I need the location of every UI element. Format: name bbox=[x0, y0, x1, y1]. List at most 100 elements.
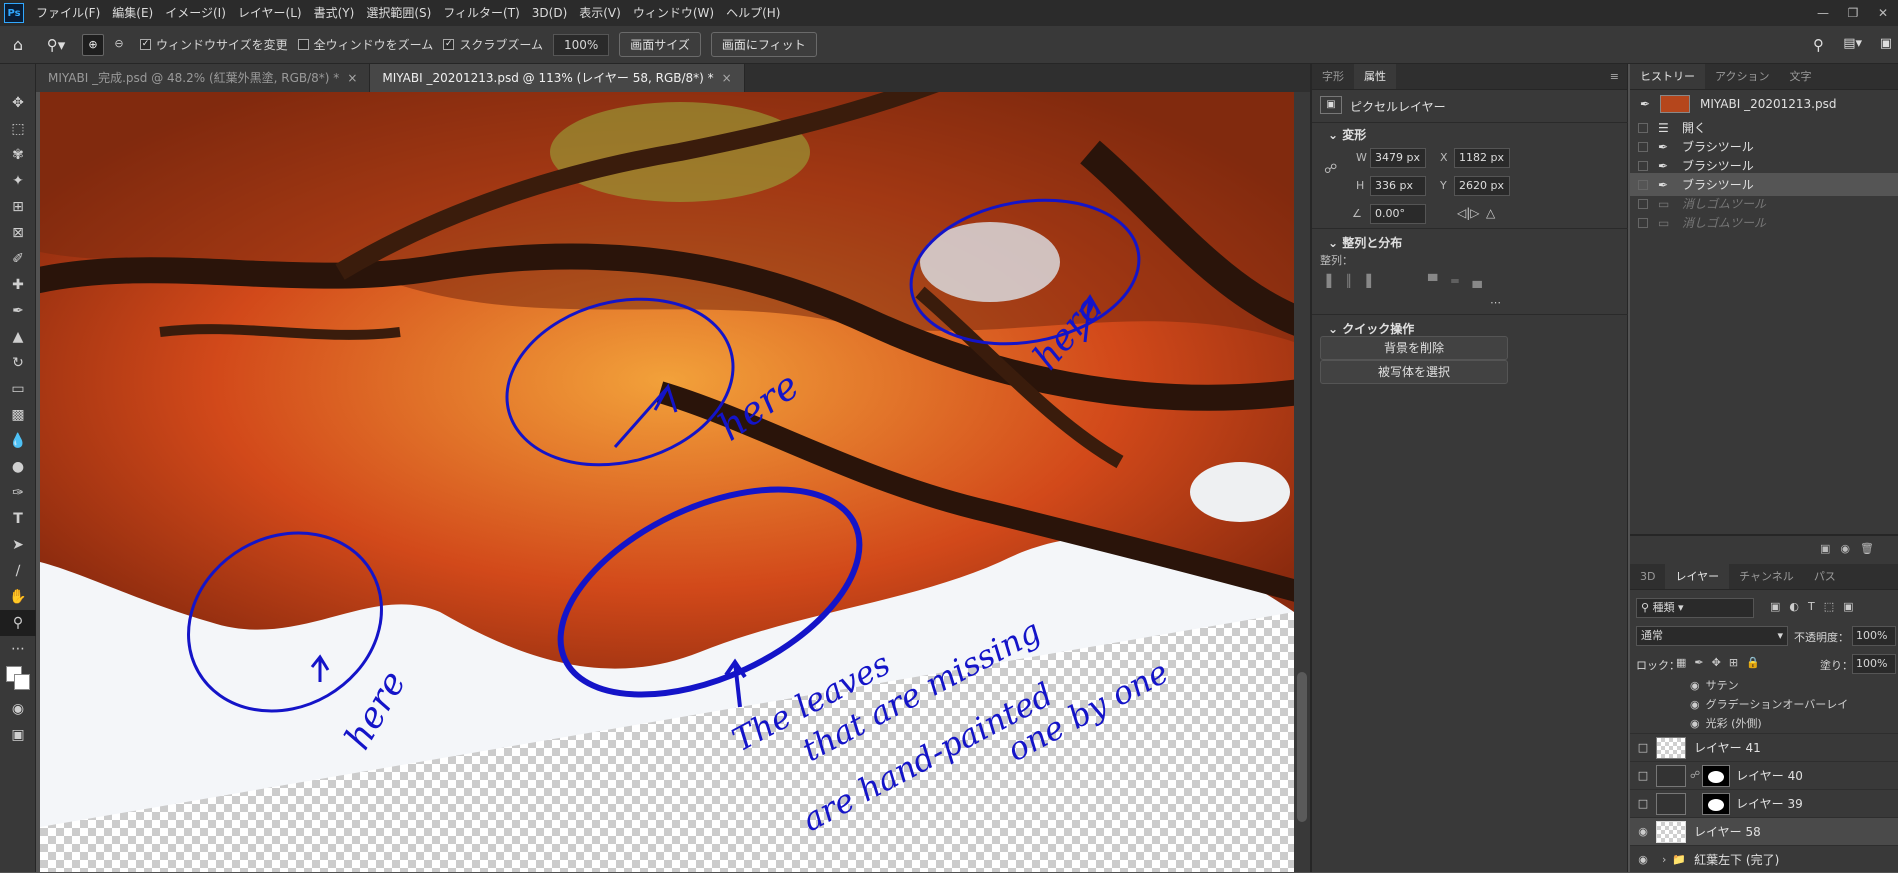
remove-background-button[interactable]: 背景を削除 bbox=[1320, 336, 1508, 360]
resize-windows-option[interactable]: ✓ ウィンドウサイズを変更 bbox=[140, 36, 288, 53]
height-field[interactable]: 336 px bbox=[1370, 176, 1426, 196]
menu-item[interactable]: ファイル(F) bbox=[30, 0, 106, 26]
tab-glyphs[interactable]: 字形 bbox=[1312, 64, 1354, 89]
scrollbar-thumb[interactable] bbox=[1297, 672, 1307, 822]
search-icon[interactable]: ⚲ bbox=[1813, 36, 1824, 54]
link-icon[interactable]: ☍ bbox=[1324, 162, 1337, 177]
zoom-in-icon[interactable]: ⊕ bbox=[82, 33, 104, 56]
tab-layers[interactable]: レイヤー bbox=[1665, 564, 1730, 589]
zoom-all-windows-option[interactable]: 全ウィンドウをズーム bbox=[297, 36, 433, 53]
effect-row[interactable]: ◉ 光彩 (外側) bbox=[1690, 714, 1762, 732]
pen-tool-icon[interactable]: ✑ bbox=[0, 480, 36, 506]
select-subject-button[interactable]: 被写体を選択 bbox=[1320, 360, 1508, 384]
close-tab-icon[interactable]: × bbox=[347, 71, 357, 85]
effect-row[interactable]: ◉ サテン bbox=[1690, 676, 1739, 694]
quick-mask-icon[interactable]: ◉ bbox=[0, 696, 36, 722]
home-icon[interactable]: ⌂ bbox=[0, 35, 36, 54]
brush-tool-icon[interactable]: ✒ bbox=[0, 298, 36, 324]
width-field[interactable]: 3479 px bbox=[1370, 148, 1426, 168]
lasso-tool-icon[interactable]: ✾ bbox=[0, 142, 36, 168]
eye-icon[interactable]: ◉ bbox=[1630, 853, 1656, 866]
menu-item[interactable]: ウィンドウ(W) bbox=[627, 0, 720, 26]
frame-tool-icon[interactable]: ⊠ bbox=[0, 220, 36, 246]
transform-section-title[interactable]: ⌄ 変形 bbox=[1312, 126, 1366, 143]
tab-channels[interactable]: チャンネル bbox=[1729, 564, 1804, 589]
restore-icon[interactable]: ❐ bbox=[1838, 0, 1868, 26]
scrubby-zoom-option[interactable]: ✓ スクラブズーム bbox=[443, 36, 543, 53]
eyedropper-tool-icon[interactable]: ✐ bbox=[0, 246, 36, 272]
fit-screen-button[interactable]: 画面にフィット bbox=[710, 32, 817, 57]
background-color-icon[interactable] bbox=[14, 674, 30, 690]
tab-characters[interactable]: 文字 bbox=[1779, 64, 1821, 89]
layer-filter-icons[interactable]: ▣◐T⬚▣ bbox=[1770, 600, 1863, 613]
minimize-icon[interactable]: — bbox=[1808, 0, 1838, 26]
eye-icon[interactable]: ◉ bbox=[1690, 717, 1700, 730]
align-vertical-buttons[interactable]: ▀═▄ bbox=[1428, 274, 1496, 288]
type-tool-icon[interactable]: T bbox=[0, 506, 36, 532]
hand-tool-icon[interactable]: ✋ bbox=[0, 584, 36, 610]
crop-tool-icon[interactable]: ⊞ bbox=[0, 194, 36, 220]
history-brush-source-icon[interactable]: ✒ bbox=[1640, 97, 1654, 111]
history-source-checkbox[interactable] bbox=[1638, 141, 1648, 152]
checkbox-icon[interactable] bbox=[297, 39, 309, 50]
visibility-toggle[interactable]: □ bbox=[1630, 797, 1656, 810]
effect-row[interactable]: ◉ グラデーションオーバーレイ bbox=[1690, 695, 1848, 713]
healing-brush-tool-icon[interactable]: ✚ bbox=[0, 272, 36, 298]
visibility-toggle[interactable]: □ bbox=[1630, 769, 1656, 782]
flip-vertical-icon[interactable]: △ bbox=[1486, 206, 1495, 220]
layer-row-selected[interactable]: ◉ レイヤー 58 bbox=[1630, 817, 1898, 845]
layer-row[interactable]: □ ☍ レイヤー 40 bbox=[1630, 761, 1898, 789]
menu-item[interactable]: 選択範囲(S) bbox=[360, 0, 437, 26]
blur-tool-icon[interactable]: 💧 bbox=[0, 428, 36, 454]
more-options-icon[interactable]: ⋯ bbox=[1490, 296, 1501, 309]
path-selection-tool-icon[interactable]: ➤ bbox=[0, 532, 36, 558]
dodge-tool-icon[interactable]: ● bbox=[0, 454, 36, 480]
zoom-tool-preset-icon[interactable]: ⚲▾ bbox=[36, 36, 76, 54]
x-field[interactable]: 1182 px bbox=[1454, 148, 1510, 168]
history-actions[interactable]: ▣◉🗑 bbox=[1820, 542, 1884, 555]
magic-wand-tool-icon[interactable]: ✦ bbox=[0, 168, 36, 194]
close-tab-icon[interactable]: × bbox=[722, 71, 732, 85]
layer-mask-thumbnail[interactable] bbox=[1702, 792, 1730, 815]
document-image[interactable]: here here here The leaves that are missi… bbox=[40, 92, 1294, 872]
screen-mode-icon[interactable]: ▣ bbox=[0, 722, 36, 748]
align-buttons[interactable]: ▐║▌ bbox=[1322, 274, 1390, 288]
fill-field[interactable]: 100% bbox=[1852, 654, 1896, 674]
menu-item[interactable]: イメージ(I) bbox=[159, 0, 232, 26]
angle-field[interactable]: 0.00° bbox=[1370, 204, 1426, 224]
line-tool-icon[interactable]: ∕ bbox=[0, 558, 36, 584]
layer-row[interactable]: □ レイヤー 41 bbox=[1630, 733, 1898, 761]
menu-item[interactable]: 書式(Y) bbox=[308, 0, 361, 26]
eraser-tool-icon[interactable]: ▭ bbox=[0, 376, 36, 402]
canvas-area[interactable]: here here here The leaves that are missi… bbox=[40, 92, 1294, 872]
layer-filter-select[interactable]: ⚲ 種類 ▾ bbox=[1636, 598, 1754, 618]
tab-properties[interactable]: 属性 bbox=[1354, 64, 1396, 89]
menu-item[interactable]: ヘルプ(H) bbox=[720, 0, 786, 26]
history-source-checkbox[interactable] bbox=[1638, 122, 1648, 133]
history-source-checkbox[interactable] bbox=[1638, 179, 1648, 190]
stamp-tool-icon[interactable]: ▲ bbox=[0, 324, 36, 350]
close-icon[interactable]: ✕ bbox=[1868, 0, 1898, 26]
align-section-title[interactable]: ⌄ 整列と分布 bbox=[1312, 234, 1402, 251]
zoom-tool-icon[interactable]: ⚲ bbox=[0, 610, 36, 636]
tab-actions[interactable]: アクション bbox=[1705, 64, 1779, 89]
checkbox-checked-icon[interactable]: ✓ bbox=[443, 39, 455, 50]
tab-paths[interactable]: パス bbox=[1804, 564, 1846, 589]
panel-menu-icon[interactable]: ≡ bbox=[1610, 64, 1627, 89]
marquee-tool-icon[interactable]: ⬚ bbox=[0, 116, 36, 142]
history-source-checkbox[interactable] bbox=[1638, 160, 1648, 171]
y-field[interactable]: 2620 px bbox=[1454, 176, 1510, 196]
history-source-checkbox[interactable] bbox=[1638, 198, 1648, 209]
layer-group-row[interactable]: ◉ › 📁 紅葉左下 (完了) bbox=[1630, 845, 1898, 873]
eye-icon[interactable]: ◉ bbox=[1690, 698, 1700, 711]
canvas-scrollbar[interactable] bbox=[1294, 92, 1310, 872]
workspace-icon[interactable]: ▤▾ bbox=[1843, 36, 1862, 51]
history-item[interactable]: ▭ 消しゴムツール bbox=[1630, 211, 1898, 234]
menu-item[interactable]: フィルター(T) bbox=[437, 0, 525, 26]
screen-size-button[interactable]: 画面サイズ bbox=[619, 32, 701, 57]
visibility-toggle[interactable]: □ bbox=[1630, 741, 1656, 754]
history-snapshot[interactable]: ✒ MIYABI _20201213.psd bbox=[1630, 92, 1898, 115]
history-brush-tool-icon[interactable]: ↻ bbox=[0, 350, 36, 376]
eye-icon[interactable]: ◉ bbox=[1630, 825, 1656, 838]
tab-3d[interactable]: 3D bbox=[1630, 564, 1665, 589]
